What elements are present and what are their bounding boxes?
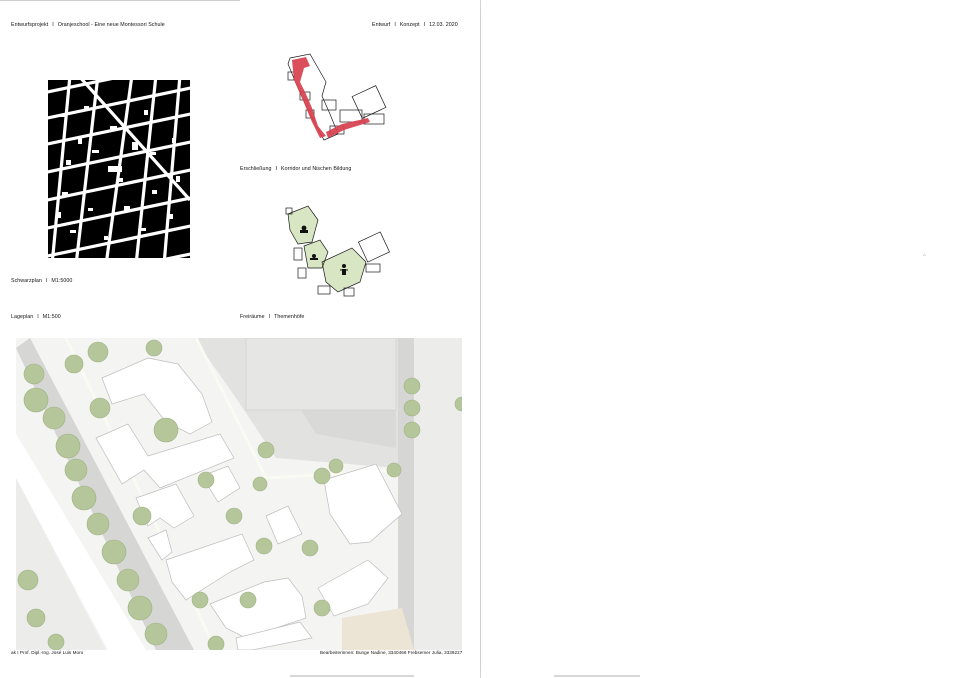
erschliessung-diagram	[287, 53, 387, 141]
freiraeume-detail: Themenhöfe	[274, 314, 305, 320]
schwarzplan-scale: M1:5000	[51, 278, 73, 284]
caption-separator: I	[275, 166, 278, 172]
header-project: Entwurfsprojekt	[11, 22, 49, 28]
header-left: Entwurfsprojekt I Oranjeschool - Eine neue…	[11, 22, 165, 29]
header-separator: I	[423, 22, 426, 28]
schwarzplan-map	[48, 80, 190, 258]
schwarzplan-caption: Schwarzplan I M1:5000	[11, 278, 72, 285]
caption-separator: I	[45, 278, 48, 284]
header-date: 12.03. 2020	[429, 22, 458, 28]
document-page: Entwurfsprojekt I Oranjeschool - Eine neue…	[0, 0, 481, 678]
freiraeume-caption: Freiräume I Themenhöfe	[240, 314, 304, 321]
caption-separator: I	[268, 314, 271, 320]
header-topic: Konzept	[399, 22, 420, 28]
page-tab-right	[554, 675, 640, 677]
header-phase: Entwurf	[372, 22, 391, 28]
schwarzplan-label: Schwarzplan	[11, 278, 42, 284]
lageplan-caption: Lageplan I M1:500	[11, 314, 61, 321]
erschliessung-caption: Erschließung I Korridor und Nischen Bildun…	[240, 166, 351, 173]
header-separator: I	[52, 22, 54, 28]
erschliessung-detail: Korridor und Nischen Bildung	[281, 166, 352, 172]
erschliessung-label: Erschließung	[240, 166, 272, 172]
caption-separator: I	[37, 314, 39, 320]
lageplan-scale: M1:500	[42, 314, 61, 320]
page-tab-left	[290, 675, 414, 677]
lageplan-label: Lageplan	[11, 314, 34, 320]
header-title: Oranjeschool - Eine neue Montessori Schu…	[57, 22, 165, 28]
top-divider	[0, 0, 240, 1]
lageplan-map	[16, 338, 462, 650]
freiraeume-diagram	[285, 205, 390, 297]
footer-left: ak I Prof. Dipl.-Ing. José Luis Moro	[11, 650, 84, 655]
page-divider	[480, 10, 481, 670]
freiraeume-label: Freiräume	[240, 314, 265, 320]
header-right: Entwurf I Konzept I 12.03. 2020	[372, 22, 458, 29]
header-separator: I	[394, 22, 396, 28]
footer-right: Bearbeiterinnen: Bunge Nadine, 3340466 F…	[320, 650, 463, 655]
corner-arrow-icon[interactable]: ⌃	[921, 253, 928, 262]
